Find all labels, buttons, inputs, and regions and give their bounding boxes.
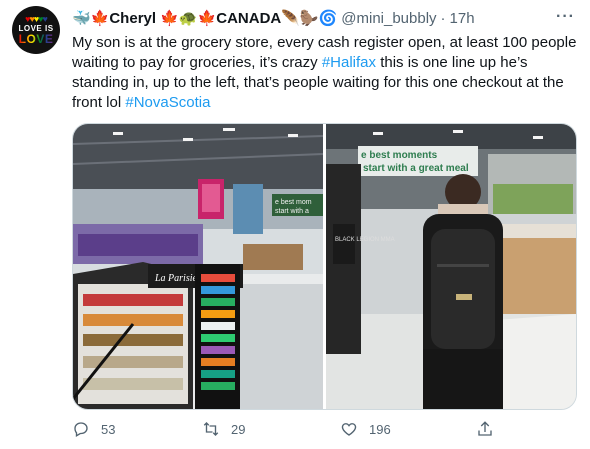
reply-action[interactable]: 53	[72, 420, 115, 438]
more-options-icon[interactable]: ···	[556, 8, 575, 26]
banner-line-2: start with a great meal	[363, 163, 469, 174]
avatar-line-2: LOVE	[18, 32, 54, 46]
like-action[interactable]: 196	[340, 420, 391, 438]
display-name[interactable]: 🐳🍁Cheryl 🍁🐢🍁CANADA🪶🦫🌀	[72, 9, 337, 27]
retweet-count: 29	[231, 421, 246, 437]
photo-left[interactable]: e best mom start with a La Parisienne	[73, 124, 324, 409]
separator-dot: ·	[440, 9, 446, 27]
banner-line-1: e best moments	[361, 150, 438, 161]
left-banner-line-1: e best mom	[275, 199, 312, 206]
rainbow-hearts-icon: ♥♥♥♥♥	[25, 14, 48, 24]
like-count: 196	[369, 421, 391, 437]
heart-icon	[341, 423, 357, 436]
hashtag-halifax[interactable]: #Halifax	[322, 54, 376, 71]
avatar[interactable]: ♥♥♥♥♥ LOVE IS LOVE	[12, 6, 60, 54]
share-action[interactable]	[476, 420, 505, 438]
hashtag-novascotia[interactable]: #NovaScotia	[125, 94, 210, 111]
tweet-actions: 53 29 196	[72, 420, 512, 442]
photo-right[interactable]: e best moments start with a great meal B…	[326, 124, 576, 409]
tweet: ♥♥♥♥♥ LOVE IS LOVE 🐳🍁Cheryl 🍁🐢🍁CANADA🪶🦫🌀…	[0, 0, 590, 449]
tweet-text: My son is at the grocery store, every ca…	[72, 33, 580, 113]
share-icon	[478, 421, 492, 436]
shirt-text: BLACK LEGION MMA	[335, 237, 395, 243]
timestamp[interactable]: 17h	[450, 10, 475, 27]
media-grid: e best mom start with a La Parisienne e …	[72, 123, 577, 410]
reply-icon	[74, 422, 88, 437]
tweet-header: 🐳🍁Cheryl 🍁🐢🍁CANADA🪶🦫🌀 @mini_bubbly · 17h	[72, 8, 475, 28]
reply-count: 53	[101, 421, 116, 437]
left-banner-line-2: start with a	[275, 208, 309, 215]
retweet-icon	[203, 422, 219, 436]
user-handle[interactable]: @mini_bubbly	[341, 10, 436, 27]
retweet-action[interactable]: 29	[202, 420, 245, 438]
